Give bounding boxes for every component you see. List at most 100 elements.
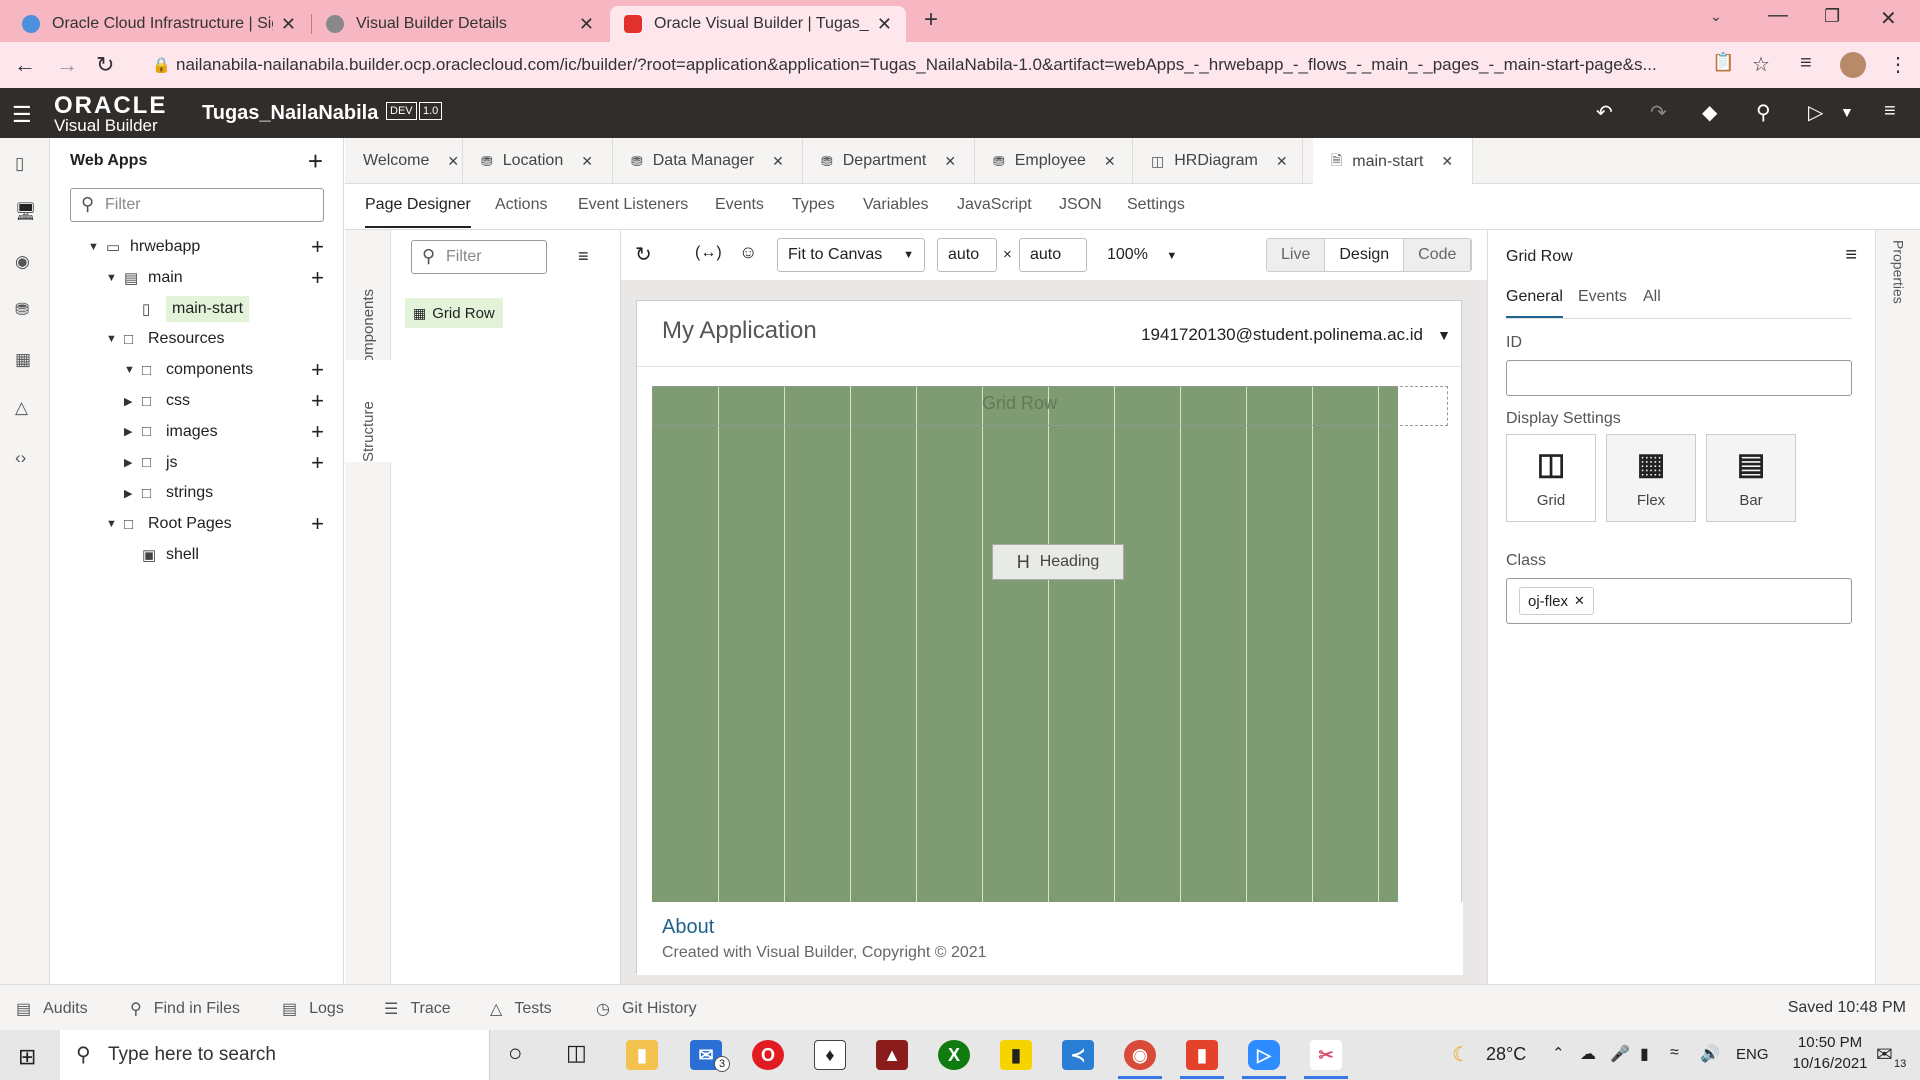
more-icon[interactable]: ⋮ xyxy=(1888,52,1908,77)
add-item-button[interactable]: + xyxy=(311,419,324,445)
microphone-icon[interactable]: 🎤 xyxy=(1610,1044,1630,1064)
volume-icon[interactable]: 🔊 xyxy=(1700,1044,1720,1064)
source-icon[interactable]: ‹› xyxy=(15,448,26,468)
subtab-variables[interactable]: Variables xyxy=(863,196,929,214)
snip-icon[interactable]: ✂ xyxy=(1310,1040,1342,1070)
expanded-twisty-icon[interactable]: ▼ xyxy=(106,518,124,530)
url-field[interactable]: 🔒 nailanabila-nailanabila.builder.ocp.or… xyxy=(140,46,1700,84)
language-indicator[interactable]: ENG xyxy=(1736,1046,1769,1063)
expanded-twisty-icon[interactable]: ▼ xyxy=(124,364,142,376)
subtab-json[interactable]: JSON xyxy=(1059,196,1102,214)
expanded-twisty-icon[interactable]: ▼ xyxy=(88,241,106,253)
collapsed-twisty-icon[interactable]: ▶ xyxy=(124,456,142,469)
tree-item[interactable]: ▶ □ css + xyxy=(50,384,344,418)
services-icon[interactable]: ◉ xyxy=(15,252,30,272)
trace-button[interactable]: ☰ Trace xyxy=(384,999,451,1019)
reading-list-icon[interactable]: ≡ xyxy=(1800,52,1812,75)
reload-icon[interactable]: ↻ xyxy=(96,52,114,78)
window-close-icon[interactable]: ✕ xyxy=(1880,6,1897,31)
tab-employee[interactable]: ⛃ Employee ✕ xyxy=(975,138,1133,184)
structure-tab[interactable]: Structure xyxy=(345,360,391,462)
props-tab-general[interactable]: General xyxy=(1506,288,1563,318)
git-history-button[interactable]: ◷ Git History xyxy=(596,999,697,1019)
display-flex-button[interactable]: ▦ Flex xyxy=(1606,434,1696,522)
structure-filter-input[interactable]: ⚲ Filter xyxy=(411,240,547,274)
variables-toggle-icon[interactable]: (↔) xyxy=(695,244,722,262)
close-icon[interactable]: ✕ xyxy=(877,14,892,35)
subtab-actions[interactable]: Actions xyxy=(495,196,547,214)
subtab-event-listeners[interactable]: Event Listeners xyxy=(578,196,688,214)
run-dropdown-icon[interactable]: ▼ xyxy=(1840,104,1854,120)
add-item-button[interactable]: + xyxy=(311,450,324,476)
heading-component[interactable]: H Heading xyxy=(992,544,1124,580)
mode-design[interactable]: Design xyxy=(1325,239,1405,271)
add-web-app-button[interactable]: + xyxy=(308,146,323,177)
user-menu-dropdown-icon[interactable]: ▼ xyxy=(1437,327,1451,343)
tree-item[interactable]: ▼ ▤ main + xyxy=(50,261,344,295)
user-email[interactable]: 1941720130@student.polinema.ac.id xyxy=(1141,325,1423,345)
menu-icon[interactable]: ≡ xyxy=(1884,100,1896,123)
xbox-icon[interactable]: X xyxy=(938,1040,970,1070)
cloud-icon[interactable]: ☁ xyxy=(1580,1044,1596,1064)
web-apps-icon[interactable]: 🖥 xyxy=(15,202,37,222)
zoom-icon[interactable]: ▷ xyxy=(1248,1040,1280,1070)
subtab-page-designer[interactable]: Page Designer xyxy=(365,196,471,228)
taskbar-search[interactable]: ⚲ Type here to search xyxy=(60,1030,490,1080)
tree-item[interactable]: ▼ □ Root Pages + xyxy=(50,507,344,541)
structure-item-grid-row[interactable]: ▦ Grid Row xyxy=(405,298,503,328)
forward-icon[interactable]: → xyxy=(56,52,78,78)
close-icon[interactable]: ✕ xyxy=(1276,153,1288,170)
redo-icon[interactable]: ↷ xyxy=(1650,100,1667,125)
tree-item[interactable]: ▣ shell xyxy=(50,538,344,572)
hamburger-menu-icon[interactable]: ☰ xyxy=(12,102,32,128)
canvas-width-input[interactable]: auto xyxy=(937,238,997,272)
tree-item[interactable]: ▼ ▭ hrwebapp + xyxy=(50,230,344,264)
business-objects-icon[interactable]: ⛃ xyxy=(15,300,29,320)
app-name[interactable]: Tugas_NailaNabila xyxy=(202,102,378,125)
tree-item[interactable]: ▯ main-start xyxy=(50,292,344,326)
tree-item[interactable]: ▶ □ strings xyxy=(50,476,344,510)
components-tab[interactable]: Components xyxy=(345,244,391,374)
add-item-button[interactable]: + xyxy=(311,388,324,414)
remove-chip-icon[interactable]: ✕ xyxy=(1574,593,1585,609)
opera-icon[interactable]: O xyxy=(752,1040,784,1070)
subtab-events[interactable]: Events xyxy=(715,196,764,214)
maximize-icon[interactable]: ❐ xyxy=(1824,6,1840,27)
navigator-filter-input[interactable]: ⚲ Filter xyxy=(70,188,324,222)
add-item-button[interactable]: + xyxy=(311,234,324,260)
processes-icon[interactable]: △ xyxy=(15,398,28,418)
cortana-icon[interactable]: ○ xyxy=(508,1040,523,1068)
id-input[interactable] xyxy=(1506,360,1852,396)
find-in-files-button[interactable]: ⚲ Find in Files xyxy=(130,999,240,1019)
components-icon[interactable]: ▦ xyxy=(15,350,31,370)
add-item-button[interactable]: + xyxy=(311,265,324,291)
temperature[interactable]: 28°C xyxy=(1486,1044,1526,1065)
subtab-settings[interactable]: Settings xyxy=(1127,196,1185,214)
collapsed-twisty-icon[interactable]: ▶ xyxy=(124,425,142,438)
tab-main-start[interactable]: 🗎 main-start ✕ xyxy=(1313,138,1473,185)
close-icon[interactable]: ✕ xyxy=(772,153,784,170)
expanded-twisty-icon[interactable]: ▼ xyxy=(106,333,124,345)
search-icon[interactable]: ⚲ xyxy=(1756,100,1771,125)
mode-code[interactable]: Code xyxy=(1404,239,1472,271)
clock[interactable]: 10:50 PM 10/16/2021 xyxy=(1790,1034,1870,1072)
app-red-icon[interactable]: ▲ xyxy=(876,1040,908,1070)
about-link[interactable]: About xyxy=(662,916,714,939)
user-role-icon[interactable]: ☺ xyxy=(739,242,757,263)
fit-to-canvas-dropdown[interactable]: Fit to Canvas ▼ xyxy=(777,238,925,272)
browser-tab-vb-details[interactable]: Visual Builder Details ✕ xyxy=(312,6,608,42)
mobile-apps-icon[interactable]: ▯ xyxy=(15,154,24,174)
mode-live[interactable]: Live xyxy=(1267,239,1326,271)
tests-button[interactable]: △ Tests xyxy=(490,999,552,1019)
tree-item[interactable]: ▼ □ Resources xyxy=(50,322,344,356)
minimize-icon[interactable]: — xyxy=(1768,4,1788,27)
expanded-twisty-icon[interactable]: ▼ xyxy=(106,272,124,284)
close-icon[interactable]: ✕ xyxy=(581,153,593,170)
add-item-button[interactable]: + xyxy=(311,357,324,383)
properties-rail-tab[interactable]: Properties xyxy=(1876,240,1920,340)
audits-button[interactable]: ▤ Audits xyxy=(16,999,88,1019)
close-icon[interactable]: ✕ xyxy=(944,153,956,170)
undo-icon[interactable]: ↶ xyxy=(1596,100,1613,125)
subtab-javascript[interactable]: JavaScript xyxy=(957,196,1032,214)
browser-tab-oci[interactable]: Oracle Cloud Infrastructure | Sign ✕ xyxy=(8,6,310,42)
